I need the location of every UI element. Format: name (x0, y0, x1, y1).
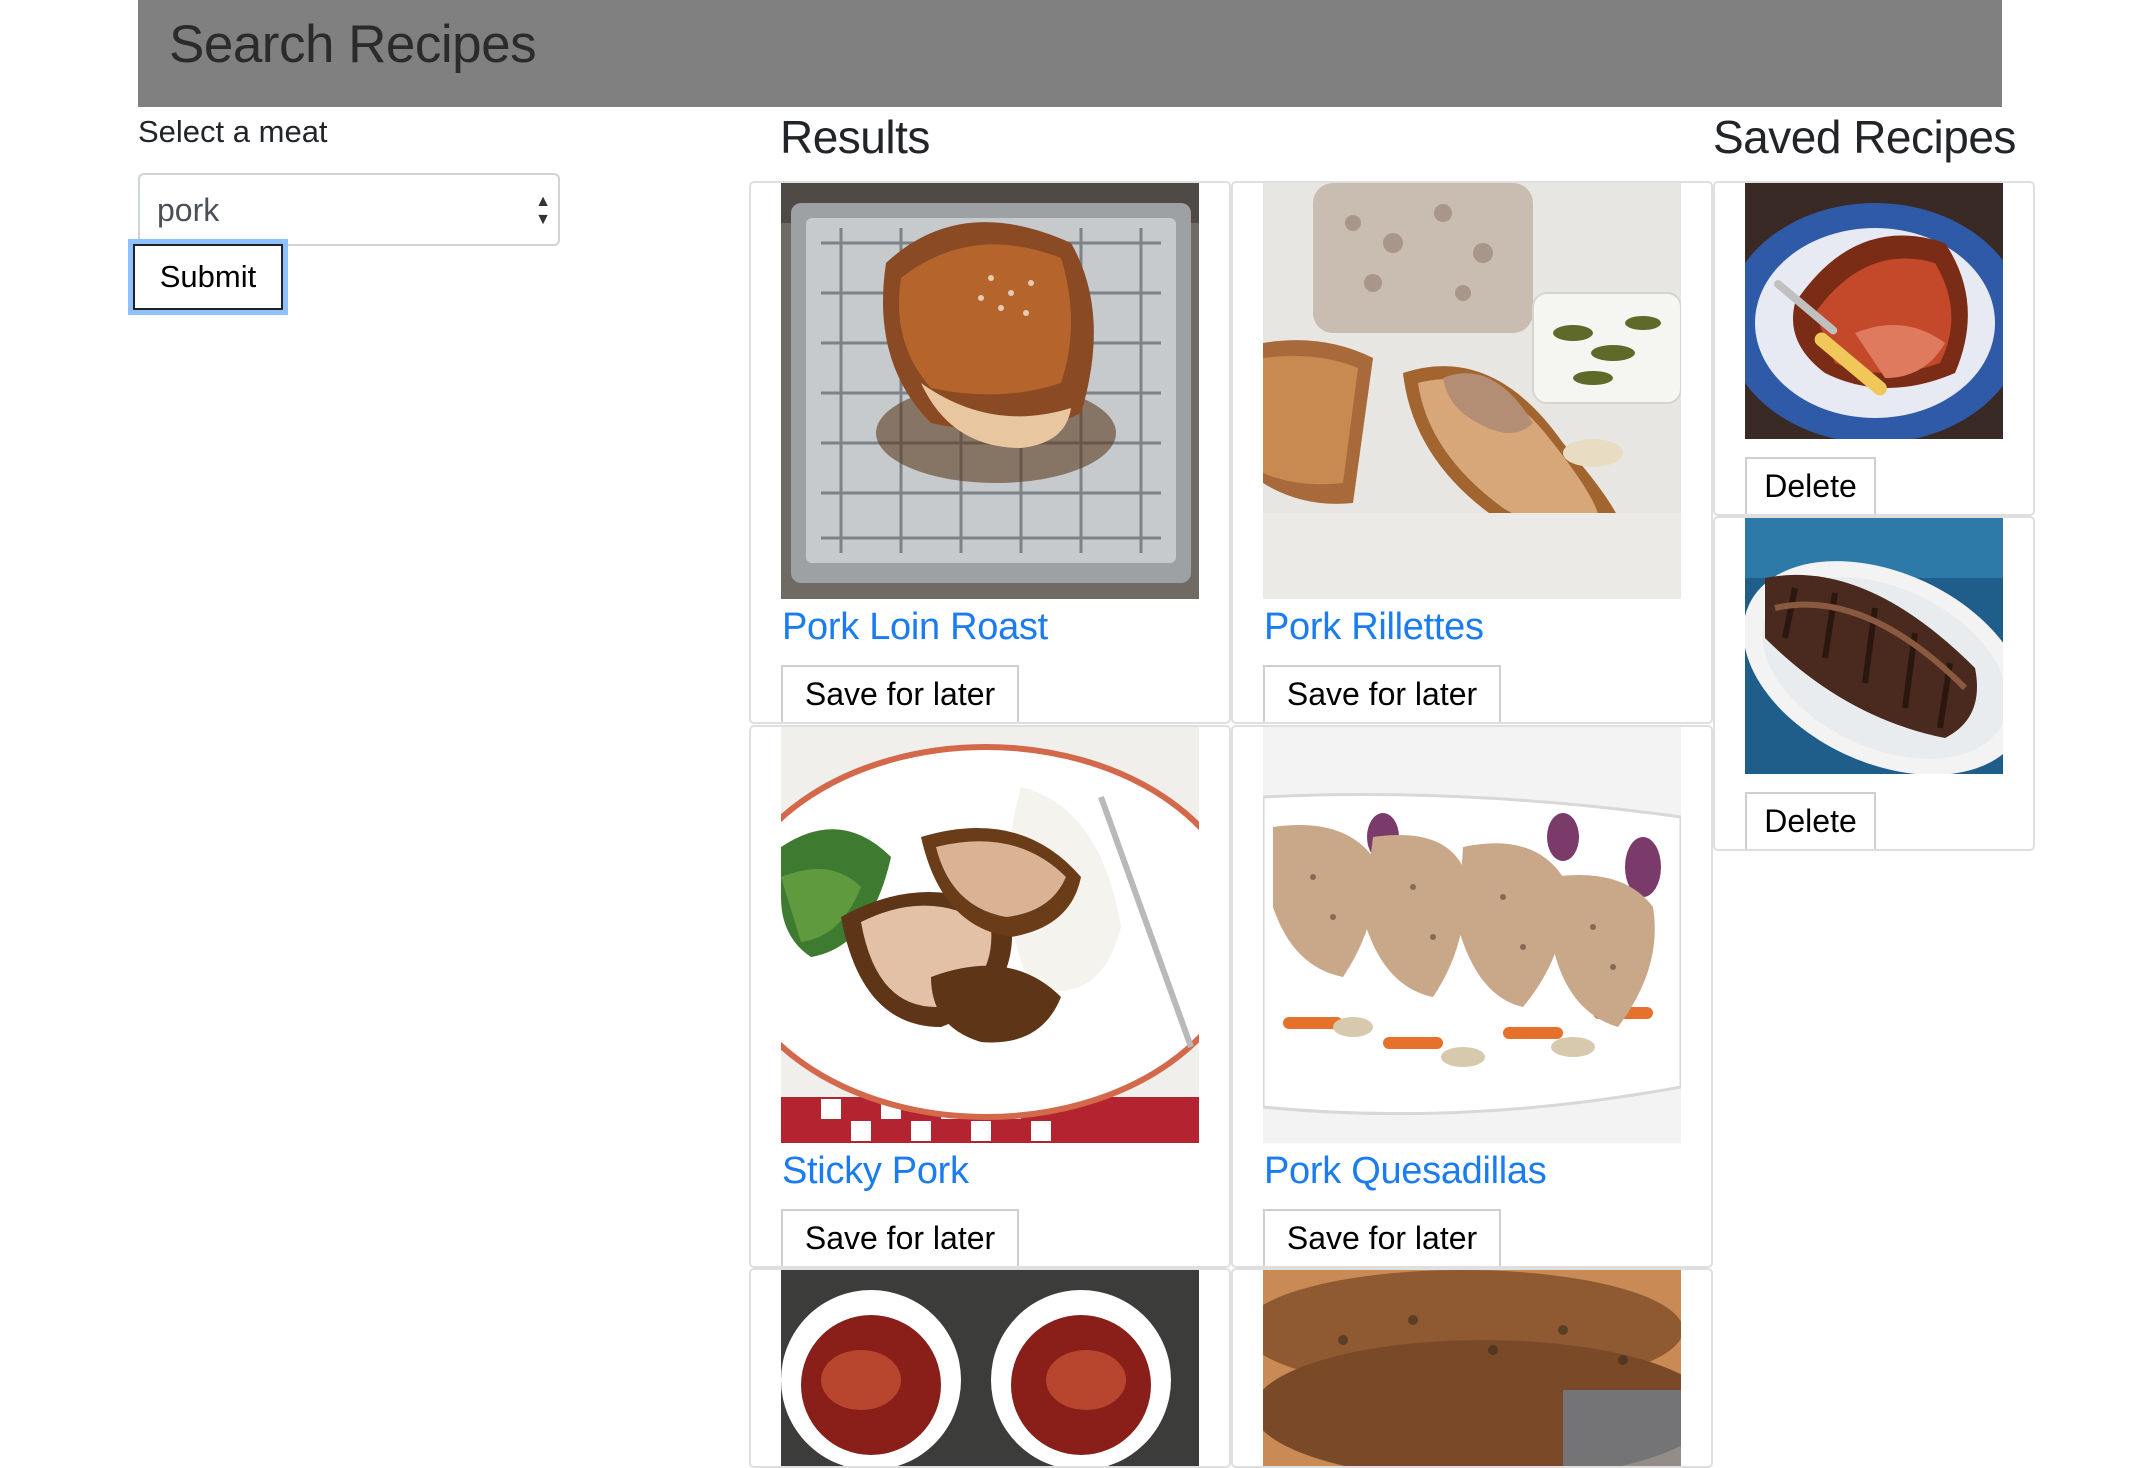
recipe-card (749, 1268, 1231, 1468)
recipe-image[interactable] (1263, 183, 1681, 599)
select-arrows-icon: ▲ ▼ (535, 193, 551, 228)
recipe-image[interactable] (1263, 1270, 1681, 1466)
recipe-card: Pork Rillettes Save for later (1231, 181, 1713, 724)
page-title: Search Recipes (169, 15, 537, 74)
results-title: Results (780, 111, 930, 163)
saved-recipe-image[interactable] (1745, 518, 2003, 774)
meat-select[interactable]: pork ▲ ▼ (138, 173, 560, 246)
save-for-later-button[interactable]: Save for later (1263, 665, 1501, 722)
saved-recipes-title: Saved Recipes (1713, 111, 2016, 163)
recipe-card: Sticky Pork Save for later (749, 725, 1231, 1268)
recipe-image[interactable] (781, 727, 1199, 1143)
delete-button[interactable]: Delete (1745, 792, 1876, 849)
save-for-later-button[interactable]: Save for later (781, 1209, 1019, 1266)
recipe-card: Pork Loin Roast Save for later (749, 181, 1231, 724)
recipe-card: Pork Quesadillas Save for later (1231, 725, 1713, 1268)
page-header: Search Recipes (138, 0, 2002, 107)
saved-recipe-card: Delete (1713, 516, 2035, 851)
save-for-later-button[interactable]: Save for later (781, 665, 1019, 722)
saved-recipe-image[interactable] (1745, 183, 2003, 439)
recipe-image[interactable] (781, 183, 1199, 599)
meat-select-value: pork (157, 192, 220, 228)
delete-button[interactable]: Delete (1745, 457, 1876, 514)
recipe-image[interactable] (1263, 727, 1681, 1143)
recipe-card (1231, 1268, 1713, 1468)
saved-recipe-card: Delete (1713, 181, 2035, 516)
recipe-title-link[interactable]: Pork Loin Roast (782, 606, 1048, 649)
meat-select-label: Select a meat (138, 114, 328, 149)
save-for-later-button[interactable]: Save for later (1263, 1209, 1501, 1266)
recipe-title-link[interactable]: Pork Rillettes (1264, 606, 1484, 649)
recipe-title-link[interactable]: Sticky Pork (782, 1150, 969, 1193)
recipe-title-link[interactable]: Pork Quesadillas (1264, 1150, 1547, 1193)
submit-button[interactable]: Submit (133, 244, 283, 310)
recipe-image[interactable] (781, 1270, 1199, 1466)
